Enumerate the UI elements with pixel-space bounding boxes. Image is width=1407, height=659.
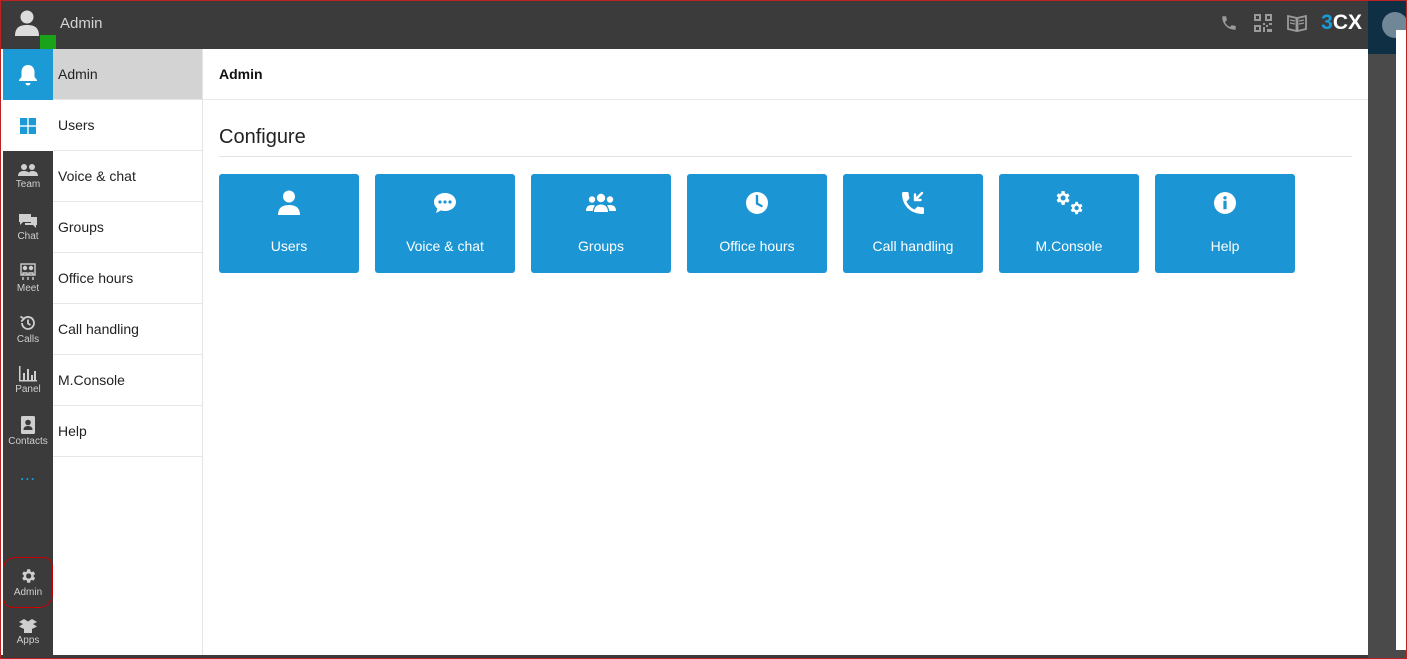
menu-item-admin[interactable]: Admin <box>53 49 202 100</box>
breadcrumb: Admin <box>203 49 1368 100</box>
menu-item-users[interactable]: Users <box>53 100 202 151</box>
divider <box>219 156 1352 157</box>
team-icon <box>18 164 38 176</box>
tile-call-handling[interactable]: Call handling <box>843 174 983 273</box>
contacts-icon <box>21 416 35 434</box>
gear-icon <box>22 569 36 583</box>
speech-bubble-icon <box>434 193 456 213</box>
rail-contacts[interactable]: Contacts <box>3 406 53 457</box>
more-dots-icon[interactable]: ⋯ <box>3 469 53 489</box>
presence-indicator <box>40 35 56 50</box>
tile-office-hours[interactable]: Office hours <box>687 174 827 273</box>
tile-groups[interactable]: Groups <box>531 174 671 273</box>
right-side-panel <box>1368 0 1407 659</box>
tile-help[interactable]: Help <box>1155 174 1295 273</box>
rail-notifications[interactable] <box>3 49 53 100</box>
icon-rail: Team Chat Meet Calls Panel Contacts ⋯ Ad… <box>3 49 53 656</box>
tile-users[interactable]: Users <box>219 174 359 273</box>
avatar[interactable] <box>4 1 56 50</box>
menu-item-mconsole[interactable]: M.Console <box>53 355 202 406</box>
chat-icon <box>19 214 37 228</box>
menu-item-voice-chat[interactable]: Voice & chat <box>53 151 202 202</box>
box-icon <box>19 619 37 633</box>
users-group-icon <box>586 193 616 212</box>
bar-chart-icon <box>19 366 37 382</box>
brand-logo: 3CX <box>1321 11 1362 34</box>
app-title: Admin <box>60 15 103 32</box>
configure-tiles: Users Voice & chat Groups Office hours C… <box>219 174 1295 273</box>
menu-item-call-handling[interactable]: Call handling <box>53 304 202 355</box>
clock-icon <box>746 192 768 214</box>
admin-menu: Admin Users Voice & chat Groups Office h… <box>53 49 203 656</box>
user-icon <box>278 190 300 215</box>
tile-voice-chat[interactable]: Voice & chat <box>375 174 515 273</box>
history-icon <box>20 315 35 330</box>
rail-meet[interactable]: Meet <box>3 253 53 304</box>
bell-icon <box>19 64 37 85</box>
rail-windows[interactable] <box>3 100 53 151</box>
meet-icon <box>20 263 36 280</box>
user-avatar-icon <box>15 10 39 36</box>
windows-icon <box>20 117 36 134</box>
rail-apps[interactable]: Apps <box>3 607 53 658</box>
menu-item-help[interactable]: Help <box>53 406 202 457</box>
rail-chat[interactable]: Chat <box>3 202 53 253</box>
bottom-bar <box>0 655 1368 659</box>
phone-icon[interactable] <box>1219 12 1239 34</box>
scrollbar[interactable] <box>1396 30 1406 650</box>
rail-calls[interactable]: Calls <box>3 304 53 355</box>
top-toolbar: 3CX <box>1219 12 1362 34</box>
tile-mconsole[interactable]: M.Console <box>999 174 1139 273</box>
book-icon[interactable] <box>1287 12 1308 34</box>
rail-admin[interactable]: Admin <box>3 557 53 608</box>
rail-team[interactable]: Team <box>3 151 53 202</box>
main-content: Admin Configure Users Voice & chat Group… <box>203 49 1368 656</box>
info-icon <box>1214 192 1236 214</box>
incoming-call-icon <box>902 191 924 214</box>
menu-item-groups[interactable]: Groups <box>53 202 202 253</box>
qr-code-icon[interactable] <box>1253 12 1273 34</box>
section-title: Configure <box>219 126 306 148</box>
gears-icon <box>1056 191 1083 215</box>
menu-item-office-hours[interactable]: Office hours <box>53 253 202 304</box>
rail-panel[interactable]: Panel <box>3 355 53 406</box>
top-bar: Admin 3CX <box>0 0 1368 50</box>
